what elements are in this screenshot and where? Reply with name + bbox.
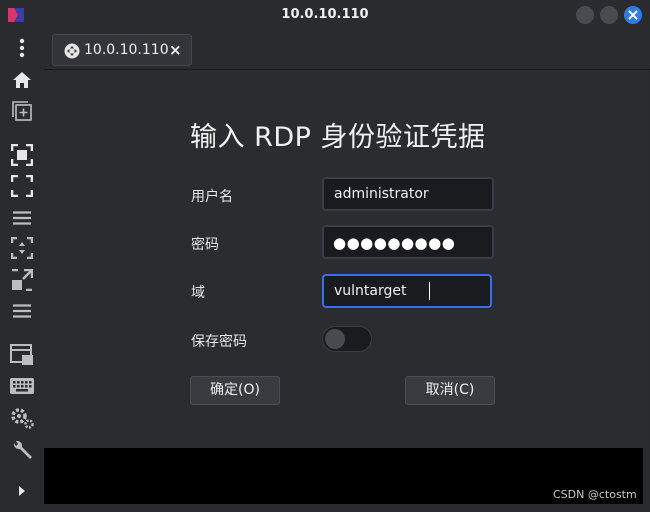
window-border [44, 504, 650, 512]
title-bar: 10.0.10.110 [0, 0, 650, 30]
tools-icon[interactable] [10, 438, 34, 462]
sidebar [0, 30, 44, 512]
save-password-toggle[interactable] [322, 326, 372, 352]
fit-window-icon[interactable] [10, 143, 34, 167]
menu-icon[interactable] [10, 299, 34, 323]
multi-monitor-icon[interactable] [10, 343, 34, 367]
text-caret [429, 282, 430, 300]
home-icon[interactable] [10, 68, 34, 92]
more-vertical-icon[interactable] [10, 36, 34, 60]
close-icon [628, 10, 638, 20]
domain-label: 域 [191, 285, 205, 301]
password-label: 密码 [191, 237, 219, 253]
tab-label: 10.0.10.110 [84, 42, 169, 58]
preferences-icon[interactable] [10, 406, 34, 430]
connection-icon [64, 43, 80, 59]
password-masked-value: ●●●●●●●●● [333, 234, 456, 252]
window-border [643, 70, 650, 512]
tab-strip: 10.0.10.110 × [44, 30, 650, 70]
tab-close-button[interactable]: × [169, 41, 182, 59]
save-password-label: 保存密码 [191, 334, 247, 350]
cancel-button[interactable]: 取消(C) [405, 376, 495, 405]
watermark: CSDN @ctostm [553, 488, 637, 501]
keyboard-icon[interactable] [10, 374, 34, 398]
username-field[interactable] [322, 177, 494, 211]
menu-icon[interactable] [10, 206, 34, 230]
domain-field[interactable] [322, 274, 492, 308]
window-title: 10.0.10.110 [281, 7, 369, 22]
expand-icon[interactable] [10, 479, 34, 503]
toggle-knob [325, 329, 345, 349]
resize-icon[interactable] [10, 268, 34, 292]
fullscreen-icon[interactable] [10, 174, 34, 198]
dialog-title: 输入 RDP 身份验证凭据 [190, 122, 486, 153]
tab-connection[interactable]: 10.0.10.110 × [52, 34, 192, 66]
ok-button[interactable]: 确定(O) [190, 376, 280, 405]
scaled-fit-icon[interactable] [10, 236, 34, 260]
close-window-button[interactable] [624, 6, 642, 24]
username-label: 用户名 [191, 189, 233, 205]
minimize-button[interactable] [576, 6, 594, 24]
maximize-button[interactable] [600, 6, 618, 24]
new-window-icon[interactable] [10, 99, 34, 123]
